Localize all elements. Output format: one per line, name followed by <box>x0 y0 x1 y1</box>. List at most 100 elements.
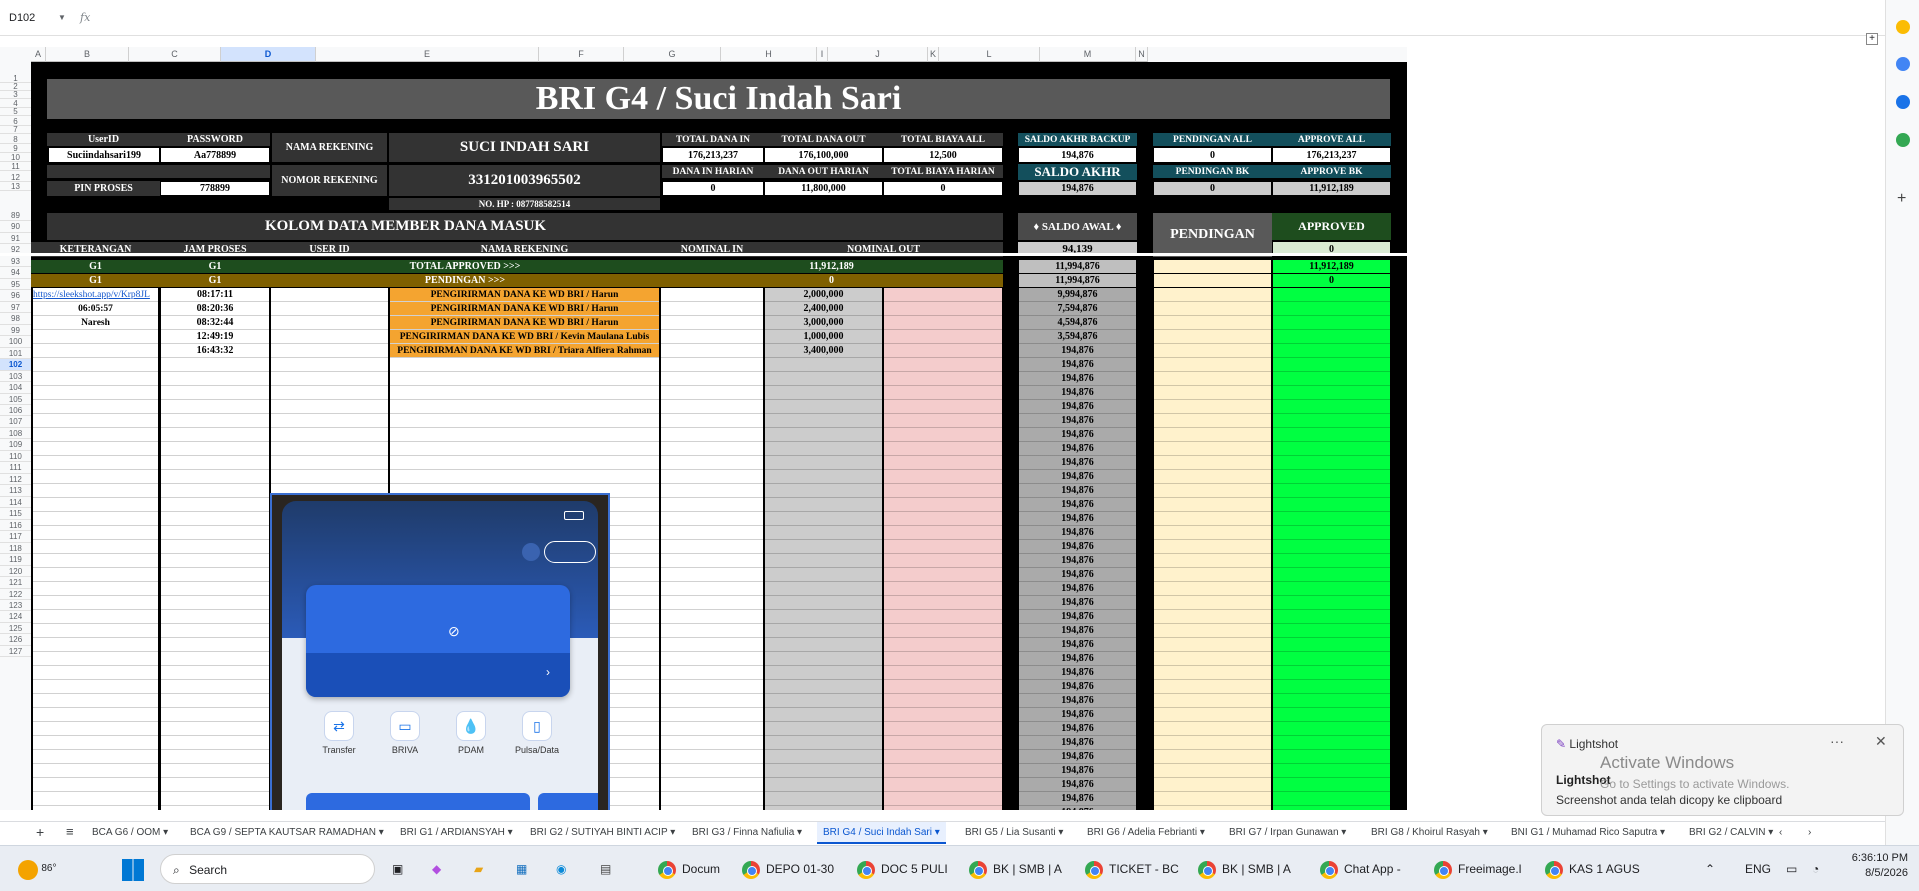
saldo-cell[interactable]: 194,876 <box>1019 498 1136 511</box>
column-header-b[interactable]: B <box>46 47 129 62</box>
taskbar-app[interactable]: Freeimage.l <box>1434 854 1521 884</box>
row-header[interactable]: 103 <box>0 371 31 383</box>
column-header-h[interactable]: H <box>721 47 817 62</box>
data-jam[interactable]: 08:32:44 <box>161 316 269 329</box>
weather-widget[interactable]: 86° <box>18 854 56 884</box>
taskbar-app[interactable]: BK | SMB | A <box>969 854 1062 884</box>
sheet-tab[interactable]: BRI G7 / Irpan Gunawan ▾ <box>1223 822 1352 844</box>
row-header[interactable]: 122 <box>0 589 31 600</box>
column-header-c[interactable]: C <box>129 47 221 62</box>
column-header-f[interactable]: F <box>539 47 624 62</box>
userid-label[interactable]: UserID <box>47 133 160 146</box>
sheet-tab[interactable]: BRI G4 / Suci Indah Sari ▾ <box>817 822 946 844</box>
row-header[interactable]: 100 <box>0 336 31 348</box>
row-header[interactable]: 99 <box>0 325 31 337</box>
row-header[interactable]: 5 <box>0 107 31 116</box>
row-header[interactable]: 112 <box>0 474 31 486</box>
data-nama-rekening[interactable]: PENGIRIRMAN DANA KE WD BRI / Kevin Maula… <box>390 330 659 343</box>
pendingan-cell[interactable] <box>1154 274 1271 287</box>
data-saldo[interactable]: 3,594,876 <box>1019 330 1136 343</box>
column-header-k[interactable]: K <box>928 47 939 62</box>
data-jam[interactable]: 08:20:36 <box>161 302 269 315</box>
summary-jam[interactable]: G1 <box>160 260 270 273</box>
language-indicator[interactable]: ENG <box>1745 854 1771 884</box>
sheet-tab[interactable]: BNI G1 / Muhamad Rico Saputra ▾ <box>1505 822 1671 844</box>
add-icon[interactable]: + <box>1866 33 1878 45</box>
nama-rekening-value[interactable]: SUCI INDAH SARI <box>389 133 660 162</box>
saldo-cell[interactable]: 194,876 <box>1019 652 1136 665</box>
all-sheets-icon[interactable]: ≡ <box>60 822 80 844</box>
clock[interactable]: 6:36:10 PM 8/5/2026 <box>1838 852 1908 879</box>
pin-value[interactable]: 778899 <box>161 182 269 195</box>
row-header[interactable]: 7 <box>0 125 31 134</box>
row-header[interactable]: 13 <box>0 182 31 191</box>
row-header[interactable]: 106 <box>0 405 31 417</box>
add-addon-icon[interactable]: + <box>1897 190 1906 208</box>
summary-saldo[interactable]: 11,994,876 <box>1019 274 1136 287</box>
taskbar-app[interactable]: KAS 1 AGUS <box>1545 854 1640 884</box>
row-header[interactable]: 119 <box>0 554 31 566</box>
pendingan_bk-label[interactable]: PENDINGAN BK <box>1153 165 1272 178</box>
row-header[interactable]: 127 <box>0 646 31 658</box>
saldo-cell[interactable]: 194,876 <box>1019 680 1136 693</box>
row-header[interactable]: 91 <box>0 233 31 245</box>
summary-saldo[interactable]: 11,994,876 <box>1019 260 1136 273</box>
data-ket[interactable]: 06:05:57 <box>33 302 158 315</box>
data-nominal-out[interactable]: 2,400,000 <box>765 302 882 315</box>
dana_out_harian-label[interactable]: DANA OUT HARIAN <box>764 165 883 178</box>
summary-approved[interactable]: 0 <box>1273 274 1390 287</box>
saldo-cell[interactable]: 194,876 <box>1019 582 1136 595</box>
dana_out_harian-value[interactable]: 11,800,000 <box>765 182 882 195</box>
sheet-tab[interactable]: BRI G3 / Finna Nafiulia ▾ <box>686 822 808 844</box>
edge-icon[interactable]: ◉ <box>556 854 566 884</box>
saldo-cell[interactable]: 194,876 <box>1019 722 1136 735</box>
row-header[interactable]: 123 <box>0 600 31 612</box>
start-button[interactable] <box>122 854 144 884</box>
more-options-icon[interactable]: ··· <box>1830 733 1844 749</box>
saldo-cell[interactable]: 194,876 <box>1019 806 1136 810</box>
sheet-tab[interactable]: BRI G1 / ARDIANSYAH ▾ <box>394 822 519 844</box>
column-header-a[interactable]: A <box>31 47 46 62</box>
network-icon[interactable]: ◔ <box>1812 854 1819 884</box>
saldo-akhr-value[interactable]: 194,876 <box>1019 182 1136 195</box>
row-header[interactable]: 121 <box>0 577 31 589</box>
total_dana_in-label[interactable]: TOTAL DANA IN <box>662 133 764 146</box>
data-nominal-out[interactable]: 3,400,000 <box>765 344 882 357</box>
data-nama-rekening[interactable]: PENGIRIRMAN DANA KE WD BRI / Triara Alfi… <box>390 344 659 357</box>
approve_bk-label[interactable]: APPROVE BK <box>1272 165 1391 178</box>
row-header[interactable]: 110 <box>0 451 31 463</box>
column-header-m[interactable]: M <box>1040 47 1136 62</box>
pendingan-cell[interactable] <box>1154 260 1271 273</box>
saldo-cell[interactable]: 194,876 <box>1019 568 1136 581</box>
summary-approved[interactable]: 11,912,189 <box>1273 260 1390 273</box>
column-header-d[interactable]: D <box>221 47 316 62</box>
column-header-e[interactable]: E <box>316 47 539 62</box>
saldo-cell[interactable]: 194,876 <box>1019 792 1136 805</box>
summary-ket[interactable]: G1 <box>31 260 160 273</box>
data-jam[interactable]: 12:49:19 <box>161 330 269 343</box>
row-header[interactable]: 3 <box>0 90 31 99</box>
blank-label[interactable] <box>47 165 160 178</box>
saldo-cell[interactable]: 194,876 <box>1019 750 1136 763</box>
data-ket[interactable] <box>33 330 158 343</box>
summary-ket[interactable]: G1 <box>31 274 160 287</box>
no-hp[interactable]: NO. HP : 087788582514 <box>389 198 660 210</box>
row-header[interactable]: 105 <box>0 394 31 405</box>
saldo-cell[interactable]: 194,876 <box>1019 414 1136 427</box>
saldo-cell[interactable]: 194,876 <box>1019 470 1136 483</box>
saldo-cell[interactable]: 194,876 <box>1019 596 1136 609</box>
row-header[interactable]: 8 <box>0 135 31 144</box>
blank-header[interactable] <box>764 213 1003 240</box>
contacts-icon[interactable] <box>1896 95 1910 109</box>
saldo-cell[interactable]: 194,876 <box>1019 526 1136 539</box>
pendingan-label[interactable]: PENDINGAN <box>1153 213 1272 257</box>
summary-label[interactable]: PENDINGAN >>> <box>270 274 660 287</box>
saldo-akhr-label[interactable]: SALDO AKHR <box>1018 164 1137 180</box>
saldo-cell[interactable]: 194,876 <box>1019 484 1136 497</box>
column-header-n[interactable]: N <box>1136 47 1148 62</box>
chevron-up-icon[interactable]: ⌃ <box>1705 854 1715 884</box>
chevron-down-icon[interactable]: ▼ <box>58 9 66 27</box>
dana_in_harian-label[interactable]: DANA IN HARIAN <box>662 165 764 178</box>
saldo-cell[interactable]: 194,876 <box>1019 708 1136 721</box>
keep-icon[interactable] <box>1896 20 1910 34</box>
